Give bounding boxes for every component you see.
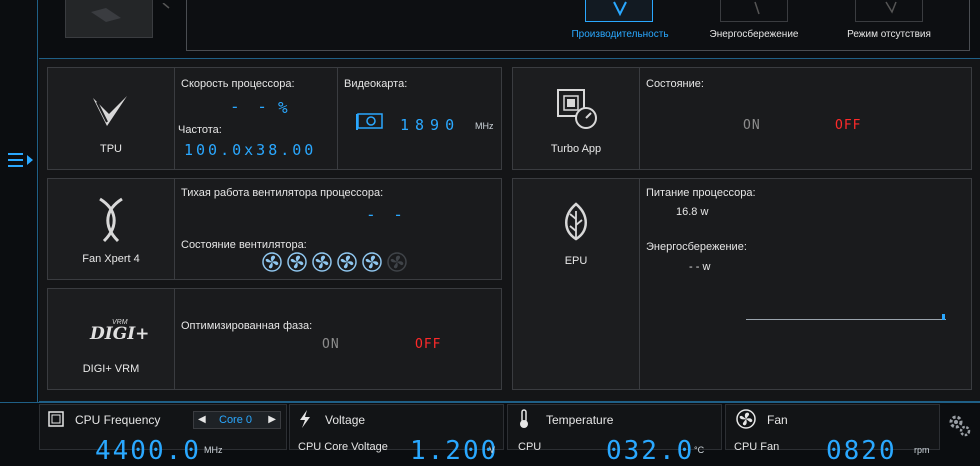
core-selector[interactable]: ◀ Core 0 ▶ <box>193 411 281 429</box>
tab-performance[interactable]: Производительность <box>568 0 672 45</box>
optimized-phase-label: Оптимизированная фаза: <box>181 320 313 332</box>
cpu-speed-label: Скорость процессора: <box>181 78 295 90</box>
cpu-speed-unit: % <box>278 98 292 117</box>
cpu-frequency-title: CPU Frequency <box>75 413 161 427</box>
fan-state-label: Состояние вентилятора: <box>181 239 307 251</box>
cpu-frequency-value: 4400.0 <box>95 436 201 466</box>
fan-status-icon <box>312 252 332 272</box>
power-saving-mode-icon <box>720 0 788 22</box>
power-graph <box>746 311 948 321</box>
tab-away-mode-label: Режим отсутствия <box>847 29 931 40</box>
temperature-unit: °C <box>694 445 705 455</box>
top-left-logo <box>65 0 153 38</box>
left-sidebar <box>0 0 38 402</box>
tab-power-saving-label: Энергосбережение <box>709 29 799 40</box>
turbo-state-label: Состояние: <box>646 78 704 90</box>
cpu-temperature-value: 032.0 <box>606 436 695 466</box>
quiet-fan-label: Тихая работа вентилятора процессора: <box>181 187 384 199</box>
tpu-panel[interactable]: TPU Скорость процессора: - - % Частота: … <box>47 67 502 170</box>
gpu-value: 1890 <box>400 116 461 134</box>
turbo-app-panel[interactable]: Turbo App Состояние: ON OFF <box>512 67 972 170</box>
phase-on-toggle[interactable]: ON <box>322 337 340 352</box>
cpu-chip-icon <box>48 411 64 427</box>
voltage-unit: V <box>489 445 496 455</box>
tab-away-mode[interactable]: Режим отсутствия <box>837 0 941 45</box>
epu-label: EPU <box>564 255 588 267</box>
temperature-section: Temperature CPU 032.0 °C <box>507 404 722 466</box>
cpu-frequency-section: CPU Frequency ◀ Core 0 ▶ 4400.0 MHz <box>39 404 287 466</box>
cpu-fan-value: 0820 <box>826 436 897 466</box>
thermometer-icon <box>518 409 530 429</box>
tab-power-saving[interactable]: Энергосбережение <box>702 0 806 45</box>
tpu-label: TPU <box>100 143 122 155</box>
epu-panel[interactable]: EPU Питание процессора: 16.8 w Энергосбе… <box>512 178 972 390</box>
cpu-frequency-unit: MHz <box>204 445 223 455</box>
digi-vrm-logo: VRM DIGI+ <box>78 319 150 344</box>
digi-vrm-icon-cell[interactable]: VRM DIGI+ DIGI+ VRM <box>48 289 175 389</box>
temperature-title: Temperature <box>546 413 614 427</box>
top-separator <box>161 0 175 10</box>
tpu-icon-cell[interactable]: TPU <box>48 68 175 169</box>
turbo-off-toggle[interactable]: OFF <box>835 118 861 133</box>
fan-status-icon <box>337 252 357 272</box>
power-graph-bar <box>942 314 945 320</box>
away-mode-icon <box>855 0 923 22</box>
digi-logo-text: DIGI+ <box>90 324 150 344</box>
power-saving-label: Энергосбережение: <box>646 241 747 253</box>
phase-off-toggle[interactable]: OFF <box>415 337 441 352</box>
turbo-app-icon-cell[interactable]: Turbo App <box>513 68 640 169</box>
cpu-core-voltage-value: 1.200 <box>410 436 499 466</box>
tpu-divider <box>337 68 338 169</box>
epu-icon-cell[interactable]: EPU <box>513 179 640 389</box>
fan-section: Fan CPU Fan 0820 rpm <box>725 404 940 466</box>
gpu-unit: MHz <box>475 121 494 131</box>
performance-mode-icon <box>585 0 653 22</box>
fan-icon <box>736 409 756 429</box>
tab-performance-label: Производительность <box>571 29 669 40</box>
gpu-card-icon <box>356 111 384 131</box>
cpu-temperature-label: CPU <box>518 441 542 453</box>
fan-status-icon <box>287 252 307 272</box>
core-prev-icon[interactable]: ◀ <box>198 414 206 425</box>
menu-expand-icon[interactable] <box>7 150 35 174</box>
turbo-app-label: Turbo App <box>550 143 602 155</box>
power-saving-value: - - w <box>689 261 711 273</box>
cpu-core-voltage-label: CPU Core Voltage <box>298 441 388 453</box>
fan-xpert-icon <box>96 195 126 245</box>
cpu-speed-value: - - <box>230 97 271 116</box>
fan-title: Fan <box>767 413 788 427</box>
cpu-power-value: 16.8 w <box>676 206 709 218</box>
cpu-power-label: Питание процессора: <box>646 187 756 199</box>
quiet-fan-value: - - <box>366 205 407 224</box>
turbo-on-toggle[interactable]: ON <box>743 118 761 133</box>
power-graph-baseline <box>746 319 946 320</box>
core-selector-value: Core 0 <box>219 414 253 426</box>
frequency-value: 100.0x38.00 <box>184 141 317 159</box>
settings-gear-icon[interactable] <box>946 412 972 438</box>
fan-status-icon <box>362 252 382 272</box>
voltage-title: Voltage <box>325 413 366 427</box>
frequency-label: Частота: <box>178 124 222 136</box>
digi-vrm-panel[interactable]: VRM DIGI+ DIGI+ VRM Оптимизированная фаз… <box>47 288 502 390</box>
fan-xpert-panel[interactable]: Fan Xpert 4 Тихая работа вентилятора про… <box>47 178 502 280</box>
fan-status-icon <box>262 252 282 272</box>
gpu-label: Видеокарта: <box>344 78 408 90</box>
fan-status-icons <box>260 251 410 273</box>
epu-leaf-icon <box>559 201 593 243</box>
fan-unit: rpm <box>914 445 930 455</box>
tpu-icon <box>91 92 131 130</box>
voltage-bolt-icon <box>298 410 312 428</box>
voltage-section: Voltage CPU Core Voltage 1.200 V <box>289 404 504 466</box>
cpu-fan-label: CPU Fan <box>734 441 780 453</box>
fan-xpert-label: Fan Xpert 4 <box>82 253 140 265</box>
fan-status-icon <box>387 252 407 272</box>
turbo-app-icon <box>556 88 598 130</box>
digi-vrm-label: DIGI+ VRM <box>82 363 140 375</box>
fan-xpert-icon-cell[interactable]: Fan Xpert 4 <box>48 179 175 279</box>
core-next-icon[interactable]: ▶ <box>268 414 276 425</box>
